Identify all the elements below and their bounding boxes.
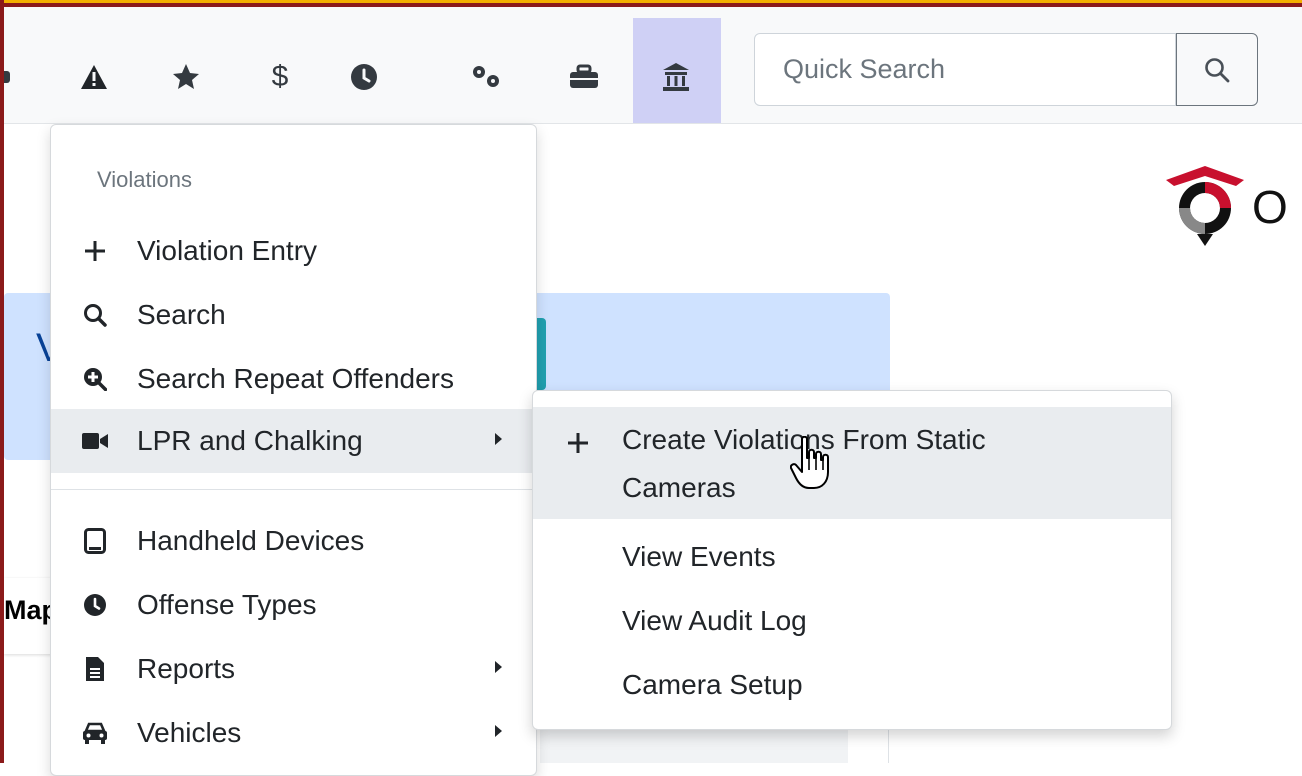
submenu-caret-icon [495, 433, 502, 445]
menu-item-violation-entry[interactable]: Violation Entry [51, 219, 536, 283]
nav-toolbox-icon[interactable] [566, 59, 602, 95]
submenu-item-view-events[interactable]: View Events [533, 525, 1171, 589]
menu-item-search-repeat-offenders[interactable]: Search Repeat Offenders [51, 347, 536, 411]
menu-item-label: Handheld Devices [137, 525, 365, 556]
submenu-caret-icon [495, 661, 502, 673]
search-icon [81, 301, 109, 329]
plus-icon [567, 429, 589, 461]
quick-search-field[interactable] [754, 33, 1176, 106]
nav-courthouse-icon[interactable] [658, 59, 694, 95]
search-plus-icon [81, 365, 109, 393]
menu-item-vehicles[interactable]: Vehicles [51, 701, 536, 765]
submenu-item-camera-setup[interactable]: Camera Setup [533, 653, 1171, 717]
brand-logo-text: O [1252, 181, 1288, 233]
nav-clock-icon[interactable] [346, 59, 382, 95]
hand-pointer-cursor-icon [789, 435, 830, 497]
menu-item-label: LPR and Chalking [137, 425, 363, 456]
submenu-caret-icon [495, 725, 502, 737]
clock-icon [81, 591, 109, 619]
menu-divider [51, 489, 536, 490]
top-navbar: $ [0, 7, 1302, 124]
search-button[interactable] [1176, 33, 1258, 106]
menu-item-label: Search Repeat Offenders [137, 363, 455, 394]
file-icon [81, 655, 109, 683]
car-icon [81, 719, 109, 747]
nav-star-icon[interactable] [168, 59, 204, 95]
search-icon [1205, 57, 1230, 82]
quick-search-input[interactable] [781, 53, 1175, 86]
nav-dollar-icon[interactable]: $ [262, 59, 298, 95]
violations-dropdown: Violations Violation Entry Search Search… [50, 124, 537, 776]
submenu-item-create-violations[interactable]: Create Violations From Static Cameras [533, 407, 1171, 519]
submenu-item-label-line2: Cameras [622, 472, 736, 503]
tablet-icon [81, 527, 109, 555]
left-border-bar [0, 0, 4, 763]
menu-item-label: Reports [137, 653, 236, 684]
submenu-item-label: View Audit Log [622, 605, 807, 636]
brand-logo-icon [1162, 166, 1248, 253]
plus-icon [81, 237, 109, 265]
submenu-item-view-audit-log[interactable]: View Audit Log [533, 589, 1171, 653]
submenu-item-label: Camera Setup [622, 669, 803, 700]
menu-item-label: Search [137, 299, 226, 330]
submenu-item-label: View Events [622, 541, 776, 572]
menu-item-label: Violation Entry [137, 235, 318, 266]
nav-warning-icon[interactable] [76, 59, 112, 95]
lpr-submenu: Create Violations From Static Cameras Vi… [532, 390, 1172, 730]
nav-cogs-icon[interactable] [466, 59, 506, 95]
menu-item-lpr-and-chalking[interactable]: LPR and Chalking [51, 409, 536, 473]
menu-item-label: Vehicles [137, 717, 242, 748]
video-camera-icon [81, 427, 109, 455]
menu-item-label: Offense Types [137, 589, 317, 620]
menu-header: Violations [97, 167, 192, 192]
menu-item-reports[interactable]: Reports [51, 637, 536, 701]
menu-item-offense-types[interactable]: Offense Types [51, 573, 536, 637]
menu-item-search[interactable]: Search [51, 283, 536, 347]
menu-item-handheld-devices[interactable]: Handheld Devices [51, 509, 536, 573]
